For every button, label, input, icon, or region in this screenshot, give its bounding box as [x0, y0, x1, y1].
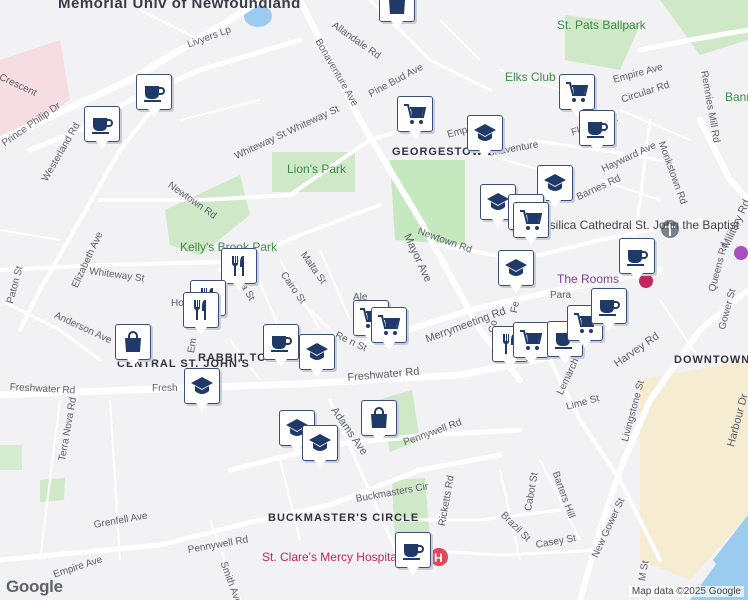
cafe-marker[interactable] — [619, 238, 655, 281]
street-label: Fresh — [152, 383, 178, 394]
map-view[interactable]: H Memorial Univ of Newfoundland St. Pats… — [0, 0, 748, 600]
grocery-marker[interactable] — [397, 96, 433, 139]
street-label: Fe — [509, 300, 522, 314]
basilica-label: Basilica Cathedral St. John the Baptist — [535, 218, 740, 232]
map-attribution[interactable]: Map data ©2025 Google — [628, 586, 744, 597]
shopping-marker[interactable] — [379, 0, 415, 29]
school-marker[interactable] — [498, 250, 534, 293]
shopping-marker[interactable] — [361, 400, 397, 443]
cafe-marker[interactable] — [579, 110, 615, 153]
school-marker[interactable] — [302, 425, 338, 468]
school-marker[interactable] — [184, 368, 220, 411]
restaurant-marker[interactable] — [183, 292, 219, 335]
cafe-marker[interactable] — [395, 532, 431, 575]
memorial-univ-label: Memorial Univ of Newfoundland — [58, 0, 301, 12]
st-clares-label: St. Clare's Mercy Hospital — [262, 550, 400, 564]
bannerman-label: Banne Pa — [725, 90, 748, 104]
lions-park-label: Lion's Park — [287, 162, 346, 176]
restaurant-marker[interactable] — [221, 248, 257, 291]
cafe-marker[interactable] — [263, 324, 299, 367]
elks-club-label: Elks Club — [505, 70, 556, 84]
street-label: Ho — [171, 298, 184, 309]
grocery-marker[interactable] — [559, 74, 595, 117]
the-rooms-label: The Rooms — [557, 272, 620, 286]
downtown-label: DOWNTOWN — [674, 354, 748, 366]
st-pats-label: St. Pats Ballpark — [557, 18, 646, 32]
grocery-marker[interactable] — [513, 202, 549, 245]
buckmasters-circle-label: BUCKMASTER'S CIRCLE — [268, 512, 420, 524]
svg-text:H: H — [434, 551, 443, 565]
google-logo: Google — [6, 577, 63, 596]
grocery-marker[interactable] — [513, 322, 549, 365]
school-marker[interactable] — [299, 334, 335, 377]
shopping-marker[interactable] — [115, 324, 151, 367]
cafe-marker[interactable] — [136, 74, 172, 117]
cafe-marker[interactable] — [84, 106, 120, 149]
grocery-marker[interactable] — [371, 307, 407, 350]
school-marker[interactable] — [467, 115, 503, 158]
cafe-marker[interactable] — [591, 288, 627, 331]
street-label: Para — [550, 290, 572, 301]
